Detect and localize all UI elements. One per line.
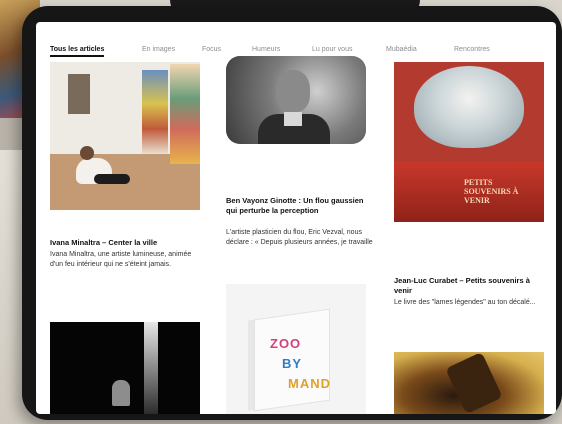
article-image-stage[interactable] — [50, 322, 200, 414]
article-title[interactable]: Ben Vayonz Ginotte : Un flou gaussien qu… — [226, 196, 376, 216]
article-excerpt: Le livre des "lames légendes" au ton déc… — [394, 299, 536, 306]
article-image-portrait[interactable] — [226, 56, 366, 144]
person-legs — [94, 174, 130, 184]
article-image-painting[interactable] — [394, 352, 544, 414]
tab-mubaedia[interactable]: Mubaédia — [386, 46, 417, 53]
tab-tous-les-articles[interactable]: Tous les articles — [50, 46, 105, 57]
tablet-screen: Tous les articles En images Focus Humeur… — [36, 22, 556, 414]
studio-canvas — [68, 74, 90, 114]
stage-figure — [112, 380, 130, 406]
book-title-text: ZOO BY MAND — [270, 334, 330, 407]
svg-text:ZOO: ZOO — [270, 336, 301, 351]
tab-humeurs[interactable]: Humeurs — [252, 46, 280, 53]
cover-title-text: PETITS SOUVENIRS À VENIR — [464, 178, 519, 205]
spotlight-beam — [144, 322, 158, 414]
article-title[interactable]: Ivana Minaltra – Center la ville — [50, 238, 200, 248]
studio-canvas — [170, 64, 200, 164]
portrait-collar — [284, 112, 302, 126]
tab-focus[interactable]: Focus — [202, 46, 221, 53]
article-image-book-cover[interactable]: PETITS SOUVENIRS À VENIR — [394, 62, 544, 222]
svg-text:MAND: MAND — [288, 376, 330, 391]
zoo-book-lettering: ZOO BY MAND — [270, 336, 330, 391]
svg-text:BY: BY — [282, 356, 302, 371]
article-image-studio[interactable] — [50, 62, 200, 210]
tab-en-images[interactable]: En images — [142, 46, 175, 53]
portrait-face — [276, 70, 310, 112]
studio-canvas — [142, 70, 168, 154]
tab-rencontres[interactable]: Rencontres — [454, 46, 490, 53]
article-title[interactable]: Jean-Luc Curabet – Petits souvenirs à ve… — [394, 276, 544, 296]
article-image-book[interactable]: ZOO BY MAND — [226, 284, 366, 414]
cover-glass-illustration — [414, 66, 524, 148]
tab-lu-pour-vous[interactable]: Lu pour vous — [312, 46, 352, 53]
article-excerpt: L'artiste plasticien du flou, Eric Vezva… — [226, 229, 373, 246]
person-head — [80, 146, 94, 160]
article-excerpt: Ivana Minaltra, une artiste lumineuse, a… — [50, 251, 192, 268]
